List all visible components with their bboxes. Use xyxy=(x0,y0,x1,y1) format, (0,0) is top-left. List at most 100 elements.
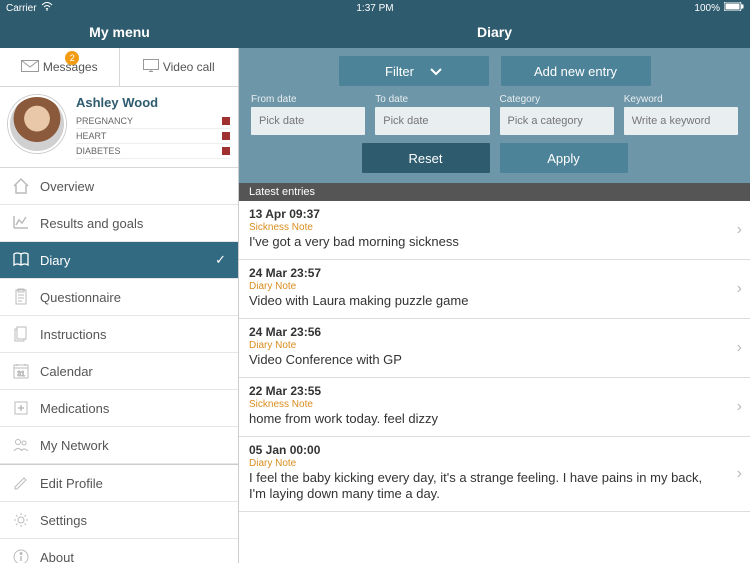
videocall-label: Video call xyxy=(163,60,215,74)
keyword-input[interactable] xyxy=(624,107,738,135)
papers-icon xyxy=(12,325,30,343)
med-icon xyxy=(12,399,30,417)
tag-indicator-icon xyxy=(222,132,230,140)
messages-button[interactable]: Messages 2 xyxy=(0,48,119,86)
chevron-right-icon: › xyxy=(737,398,742,416)
clipboard-icon xyxy=(12,288,30,306)
to-date-label: To date xyxy=(375,94,489,105)
add-entry-button[interactable]: Add new entry xyxy=(501,56,651,86)
battery-pct: 100% xyxy=(694,3,720,14)
keyword-label: Keyword xyxy=(624,94,738,105)
sidebar-item-diary[interactable]: Diary ✓ xyxy=(0,242,238,279)
from-date-label: From date xyxy=(251,94,365,105)
videocall-button[interactable]: Video call xyxy=(119,48,239,86)
entry-type: Diary Note xyxy=(249,340,722,351)
book-icon xyxy=(12,251,30,269)
check-icon: ✓ xyxy=(215,252,226,268)
home-icon xyxy=(12,177,30,195)
nav-label: Questionnaire xyxy=(40,290,121,305)
status-bar: Carrier 1:37 PM 100% xyxy=(0,0,750,16)
tag-label: PREGNANCY xyxy=(76,116,133,126)
battery-icon xyxy=(724,2,744,14)
people-icon xyxy=(12,436,30,454)
chevron-down-icon xyxy=(430,64,442,79)
entry-type: Diary Note xyxy=(249,281,722,292)
chevron-right-icon: › xyxy=(737,465,742,483)
nav-label: Medications xyxy=(40,401,109,416)
reset-button[interactable]: Reset xyxy=(362,143,490,173)
entry-date: 24 Mar 23:56 xyxy=(249,325,722,339)
diary-entry[interactable]: 05 Jan 00:00Diary NoteI feel the baby ki… xyxy=(239,437,750,513)
info-icon xyxy=(12,548,30,563)
profile-name: Ashley Wood xyxy=(76,95,230,110)
sidebar-item-medications[interactable]: Medications xyxy=(0,390,238,427)
nav-list: Overview Results and goals Diary ✓ Questionn… xyxy=(0,168,238,563)
envelope-icon xyxy=(21,60,39,75)
entry-text: Video Conference with GP xyxy=(249,352,722,369)
gear-icon xyxy=(12,511,30,529)
nav-label: Results and goals xyxy=(40,216,143,231)
sidebar-title: My menu xyxy=(0,16,239,48)
to-date-input[interactable] xyxy=(375,107,489,135)
diary-entry[interactable]: 13 Apr 09:37Sickness NoteI've got a very… xyxy=(239,201,750,260)
main-panel: Filter Add new entry From date To date xyxy=(239,48,750,563)
tag-indicator-icon xyxy=(222,117,230,125)
entry-type: Sickness Note xyxy=(249,222,722,233)
apply-button[interactable]: Apply xyxy=(500,143,628,173)
profile-tag: PREGNANCY xyxy=(76,114,230,129)
entry-text: I've got a very bad morning sickness xyxy=(249,234,722,251)
entry-date: 24 Mar 23:57 xyxy=(249,266,722,280)
svg-text:31: 31 xyxy=(17,371,25,378)
nav-label: Calendar xyxy=(40,364,93,379)
nav-label: Settings xyxy=(40,513,87,528)
diary-entry[interactable]: 24 Mar 23:57Diary NoteVideo with Laura m… xyxy=(239,260,750,319)
diary-entry[interactable]: 24 Mar 23:56Diary NoteVideo Conference w… xyxy=(239,319,750,378)
avatar[interactable] xyxy=(8,95,66,153)
chevron-right-icon: › xyxy=(737,280,742,298)
filter-button-label: Filter xyxy=(385,64,414,79)
entry-date: 05 Jan 00:00 xyxy=(249,443,722,457)
entry-date: 13 Apr 09:37 xyxy=(249,207,722,221)
entry-text: Video with Laura making puzzle game xyxy=(249,293,722,310)
section-header: Latest entries xyxy=(239,183,750,201)
sidebar-item-about[interactable]: About xyxy=(0,539,238,563)
carrier-label: Carrier xyxy=(6,3,37,14)
nav-label: About xyxy=(40,550,74,563)
profile-tag: DIABETES xyxy=(76,144,230,159)
nav-label: Diary xyxy=(40,253,70,268)
entry-text: I feel the baby kicking every day, it's … xyxy=(249,470,722,504)
profile-block: Ashley Wood PREGNANCY HEART DIABETES xyxy=(0,87,238,168)
wifi-icon xyxy=(41,2,53,14)
entry-text: home from work today. feel dizzy xyxy=(249,411,722,428)
entry-type: Diary Note xyxy=(249,458,722,469)
sidebar-item-calendar[interactable]: 31 Calendar xyxy=(0,353,238,390)
sidebar: Messages 2 Video call Ashley Wood PREGNA… xyxy=(0,48,239,563)
sidebar-item-overview[interactable]: Overview xyxy=(0,168,238,205)
tag-label: DIABETES xyxy=(76,146,121,156)
category-input[interactable] xyxy=(500,107,614,135)
sidebar-item-questionnaire[interactable]: Questionnaire xyxy=(0,279,238,316)
chart-icon xyxy=(12,214,30,232)
nav-label: Instructions xyxy=(40,327,106,342)
tag-label: HEART xyxy=(76,131,106,141)
chevron-right-icon: › xyxy=(737,221,742,239)
clock-label: 1:37 PM xyxy=(356,3,393,14)
category-label: Category xyxy=(500,94,614,105)
profile-tag: HEART xyxy=(76,129,230,144)
sidebar-item-edit-profile[interactable]: Edit Profile xyxy=(0,465,238,502)
nav-label: My Network xyxy=(40,438,109,453)
filter-panel: Filter Add new entry From date To date xyxy=(239,48,750,183)
sidebar-item-instructions[interactable]: Instructions xyxy=(0,316,238,353)
entry-date: 22 Mar 23:55 xyxy=(249,384,722,398)
nav-label: Edit Profile xyxy=(40,476,103,491)
top-bar: My menu Diary xyxy=(0,16,750,48)
from-date-input[interactable] xyxy=(251,107,365,135)
entry-type: Sickness Note xyxy=(249,399,722,410)
sidebar-item-settings[interactable]: Settings xyxy=(0,502,238,539)
tag-indicator-icon xyxy=(222,147,230,155)
diary-entry[interactable]: 22 Mar 23:55Sickness Notehome from work … xyxy=(239,378,750,437)
sidebar-item-my-network[interactable]: My Network xyxy=(0,427,238,464)
entries-list: 13 Apr 09:37Sickness NoteI've got a very… xyxy=(239,201,750,563)
filter-button[interactable]: Filter xyxy=(339,56,489,86)
sidebar-item-results-and-goals[interactable]: Results and goals xyxy=(0,205,238,242)
